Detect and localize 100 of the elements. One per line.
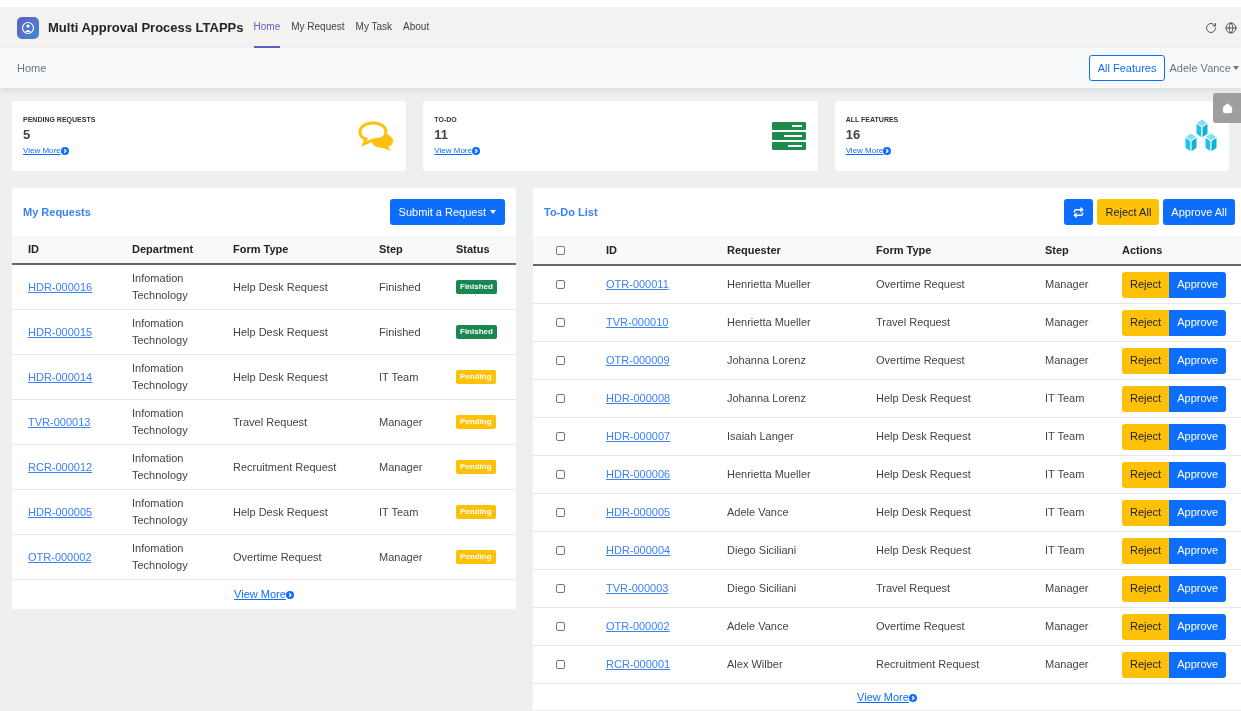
table-cell-text: Finished (379, 324, 422, 340)
checkbox[interactable] (556, 245, 565, 255)
approve-button[interactable]: Approve (1169, 613, 1227, 640)
server-icon (771, 122, 806, 150)
request-id-link[interactable]: TVR-000013 (28, 413, 132, 431)
submit-request-button[interactable]: Submit a Request (389, 199, 505, 225)
request-id-link[interactable]: OTR-000002 (606, 618, 727, 635)
table-cell-text: Overtime Request (233, 549, 323, 565)
table-cell-text: Help Desk Request (876, 505, 972, 521)
globe-icon[interactable] (1225, 21, 1237, 34)
approve-button[interactable]: Approve (1169, 385, 1227, 412)
request-id-link[interactable]: RCR-000001 (606, 656, 727, 673)
reject-button[interactable]: Reject (1122, 309, 1170, 336)
status-badge: Pending (456, 505, 496, 519)
view-more-link[interactable]: View More (845, 145, 899, 158)
approve-button[interactable]: Approve (1169, 461, 1227, 488)
table-cell-text: Recruitment Request (876, 657, 981, 673)
request-id-link[interactable]: HDR-000007 (606, 428, 727, 445)
approve-button[interactable]: Approve (1169, 651, 1227, 678)
table-cell-text: Overtime Request (876, 277, 966, 293)
checkbox[interactable] (556, 508, 565, 517)
table-cell-text: Help Desk Request (876, 467, 972, 483)
request-id-link[interactable]: HDR-000004 (606, 542, 727, 559)
table-cell-text: Manager (1045, 353, 1090, 369)
refresh-button[interactable] (1064, 199, 1094, 225)
table-cell-text: Manager (1045, 619, 1090, 635)
view-more-link[interactable]: View More (434, 145, 480, 158)
status-badge: Pending (456, 460, 496, 474)
reject-button[interactable]: Reject (1122, 575, 1170, 602)
approve-all-button[interactable]: Approve All (1163, 199, 1235, 225)
nav-tab[interactable]: My Request (291, 7, 345, 48)
table-cell-text: Manager (1045, 315, 1090, 331)
reject-button[interactable]: Reject (1122, 613, 1170, 640)
column-header: ID (28, 242, 40, 258)
request-id-link[interactable]: HDR-000014 (28, 368, 132, 386)
request-id-link[interactable]: HDR-000005 (606, 504, 727, 521)
checkbox[interactable] (556, 280, 565, 289)
table-cell-text: IT Team (1045, 467, 1086, 483)
checkbox[interactable] (556, 660, 565, 669)
view-more-link[interactable]: View More (234, 586, 294, 603)
approve-button[interactable]: Approve (1169, 271, 1227, 298)
user-menu[interactable]: Adele Vance (1169, 59, 1239, 77)
reject-all-button[interactable]: Reject All (1097, 199, 1160, 225)
request-id-link[interactable]: HDR-000005 (28, 503, 132, 521)
checkbox[interactable] (556, 470, 565, 479)
reject-button[interactable]: Reject (1122, 537, 1170, 564)
approve-button[interactable]: Approve (1169, 499, 1227, 526)
approve-button[interactable]: Approve (1169, 575, 1227, 602)
checkbox[interactable] (556, 584, 565, 593)
approve-button[interactable]: Approve (1169, 347, 1227, 374)
reject-button[interactable]: Reject (1122, 385, 1170, 412)
approve-button[interactable]: Approve (1169, 423, 1227, 450)
reject-button[interactable]: Reject (1122, 651, 1170, 678)
table-cell-text: IT Team (379, 369, 420, 385)
view-more-link[interactable]: View More (23, 145, 96, 158)
app-logo (17, 16, 39, 39)
table-cell-text: Alex Wilber (727, 657, 784, 673)
arrow-circle-icon (285, 591, 294, 600)
request-id-link[interactable]: TVR-000003 (606, 580, 727, 597)
approve-button[interactable]: Approve (1169, 537, 1227, 564)
breadcrumb: Home (17, 60, 47, 76)
approve-button[interactable]: Approve (1169, 309, 1227, 336)
checkbox[interactable] (556, 394, 565, 403)
reject-button[interactable]: Reject (1122, 461, 1170, 488)
home-button[interactable] (1213, 93, 1241, 123)
checkbox[interactable] (556, 546, 565, 555)
reject-button[interactable]: Reject (1122, 499, 1170, 526)
arrow-circle-icon (908, 693, 917, 702)
nav-tab[interactable]: About (403, 7, 430, 48)
reject-button[interactable]: Reject (1122, 347, 1170, 374)
checkbox[interactable] (556, 356, 565, 365)
checkbox[interactable] (556, 622, 565, 631)
request-id-link[interactable]: HDR-000006 (606, 466, 727, 483)
request-id-link[interactable]: OTR-000011 (606, 276, 727, 293)
request-id-link[interactable]: HDR-000016 (28, 278, 132, 296)
request-id-link[interactable]: OTR-000009 (606, 352, 727, 369)
stat-value: 16 (845, 126, 862, 145)
table-cell-text: Isaiah Langer (727, 429, 795, 445)
request-id-link[interactable]: OTR-000002 (28, 548, 132, 566)
status-badge: Pending (456, 550, 496, 564)
all-features-button[interactable]: All Features (1088, 55, 1166, 81)
table-cell-text: Help Desk Request (233, 279, 329, 295)
status-badge: Pending (456, 415, 496, 429)
request-id-link[interactable]: RCR-000012 (28, 458, 132, 476)
view-more-link[interactable]: View More (857, 688, 917, 706)
table-cell-text: Help Desk Request (233, 324, 329, 340)
panel-title: My Requests (23, 204, 91, 220)
table-cell-text: Diego Siciliani (727, 543, 798, 559)
status-badge: Finished (456, 325, 497, 339)
refresh-icon[interactable] (1205, 21, 1217, 34)
table-cell-text: Infomation Technology (132, 541, 189, 573)
reject-button[interactable]: Reject (1122, 423, 1170, 450)
table-cell-text: Manager (379, 549, 424, 565)
reject-button[interactable]: Reject (1122, 271, 1170, 298)
checkbox[interactable] (556, 432, 565, 441)
nav-tab[interactable]: My Task (355, 7, 393, 48)
request-id-link[interactable]: HDR-000015 (28, 323, 132, 341)
request-id-link[interactable]: HDR-000008 (606, 390, 727, 407)
request-id-link[interactable]: TVR-000010 (606, 314, 727, 331)
checkbox[interactable] (556, 318, 565, 327)
